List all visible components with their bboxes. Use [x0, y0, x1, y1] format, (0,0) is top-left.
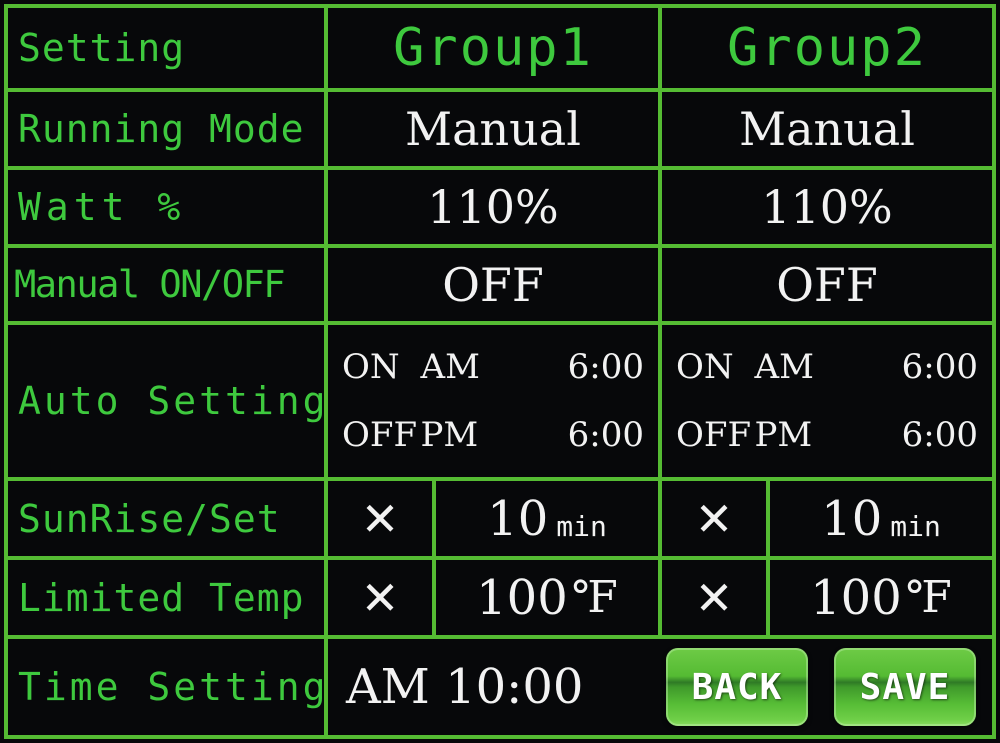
- row-label-watt-percent: Watt %: [8, 170, 328, 244]
- row-label-manual-onoff: Manual ON/OFF: [8, 248, 328, 321]
- watt-percent-group1-value[interactable]: 110%: [328, 170, 662, 244]
- row-label-auto-setting: Auto Setting: [8, 325, 328, 477]
- auto-group2-on-state: ON: [676, 347, 734, 387]
- header-group1[interactable]: Group1: [328, 8, 662, 88]
- limited-temp-group1-unit: ℉: [571, 572, 618, 623]
- controller-screen: Setting Group1 Group2 Running Mode Manua…: [0, 0, 1000, 743]
- table-row-auto-setting: Auto Setting ON AM 6:00 OFF PM 6:00 ON A…: [8, 325, 992, 481]
- time-setting-value[interactable]: AM 10:00: [328, 659, 666, 715]
- auto-group1-off-meridiem: PM: [420, 415, 479, 455]
- sunrise-group1-toggle[interactable]: ✕: [328, 481, 436, 556]
- auto-group1-on-time: 6:00: [567, 347, 644, 387]
- auto-group1-off-time: 6:00: [567, 415, 644, 455]
- auto-setting-group1: ON AM 6:00 OFF PM 6:00: [328, 325, 662, 477]
- row-label-running-mode: Running Mode: [8, 92, 328, 166]
- table-row-manual-onoff: Manual ON/OFF OFF OFF: [8, 248, 992, 325]
- row-label-time-setting: Time Setting: [8, 639, 328, 735]
- auto-setting-group1-off-line[interactable]: OFF PM 6:00: [342, 415, 644, 455]
- header-group2[interactable]: Group2: [662, 8, 992, 88]
- action-buttons: BACK SAVE: [666, 648, 992, 726]
- auto-group1-off-state: OFF: [342, 415, 418, 455]
- limited-temp-group2-toggle[interactable]: ✕: [662, 560, 770, 635]
- limited-temp-group1-value-cell[interactable]: 100 ℉: [436, 560, 662, 635]
- manual-onoff-group2-value[interactable]: OFF: [662, 248, 992, 321]
- auto-setting-group2: ON AM 6:00 OFF PM 6:00: [662, 325, 992, 477]
- auto-setting-group1-on-line[interactable]: ON AM 6:00: [342, 347, 644, 387]
- auto-group2-off-time: 6:00: [901, 415, 978, 455]
- back-button[interactable]: BACK: [666, 648, 808, 726]
- limited-temp-group1-value: 100: [476, 569, 568, 626]
- sunrise-group2-value: 10: [821, 490, 883, 547]
- auto-group1-on-state: ON: [342, 347, 400, 387]
- auto-group2-on-meridiem: AM: [754, 347, 814, 387]
- running-mode-group1-value[interactable]: Manual: [328, 92, 662, 166]
- limited-temp-group2-value: 100: [810, 569, 902, 626]
- limited-temp-group2-value-cell[interactable]: 100 ℉: [770, 560, 992, 635]
- table-row-time-setting: Time Setting AM 10:00 BACK SAVE: [8, 639, 992, 735]
- auto-group2-off-meridiem: PM: [754, 415, 813, 455]
- table-header-row: Setting Group1 Group2: [8, 8, 992, 92]
- table-row-sunrise-set: SunRise/Set ✕ 10 min ✕ 10 min: [8, 481, 992, 560]
- auto-group2-off-state: OFF: [676, 415, 752, 455]
- sunrise-group2-value-cell[interactable]: 10 min: [770, 481, 992, 556]
- sunrise-group2-unit: min: [890, 510, 941, 543]
- row-label-limited-temp: Limited Temp: [8, 560, 328, 635]
- limited-temp-group1-toggle[interactable]: ✕: [328, 560, 436, 635]
- sunrise-group2-toggle[interactable]: ✕: [662, 481, 770, 556]
- header-label-setting: Setting: [8, 8, 328, 88]
- limited-temp-group2-unit: ℉: [905, 572, 952, 623]
- table-row-watt-percent: Watt % 110% 110%: [8, 170, 992, 248]
- manual-onoff-group1-value[interactable]: OFF: [328, 248, 662, 321]
- table-row-limited-temp: Limited Temp ✕ 100 ℉ ✕ 100 ℉: [8, 560, 992, 639]
- settings-table: Setting Group1 Group2 Running Mode Manua…: [4, 4, 996, 739]
- table-row-running-mode: Running Mode Manual Manual: [8, 92, 992, 170]
- save-button[interactable]: SAVE: [834, 648, 976, 726]
- auto-group1-on-meridiem: AM: [420, 347, 480, 387]
- running-mode-group2-value[interactable]: Manual: [662, 92, 992, 166]
- auto-setting-group2-off-line[interactable]: OFF PM 6:00: [676, 415, 978, 455]
- sunrise-group1-value-cell[interactable]: 10 min: [436, 481, 662, 556]
- row-label-sunrise-set: SunRise/Set: [8, 481, 328, 556]
- watt-percent-group2-value[interactable]: 110%: [662, 170, 992, 244]
- sunrise-group1-value: 10: [487, 490, 549, 547]
- time-setting-area: AM 10:00 BACK SAVE: [328, 639, 992, 735]
- sunrise-group1-unit: min: [556, 510, 607, 543]
- auto-setting-group2-on-line[interactable]: ON AM 6:00: [676, 347, 978, 387]
- auto-group2-on-time: 6:00: [901, 347, 978, 387]
